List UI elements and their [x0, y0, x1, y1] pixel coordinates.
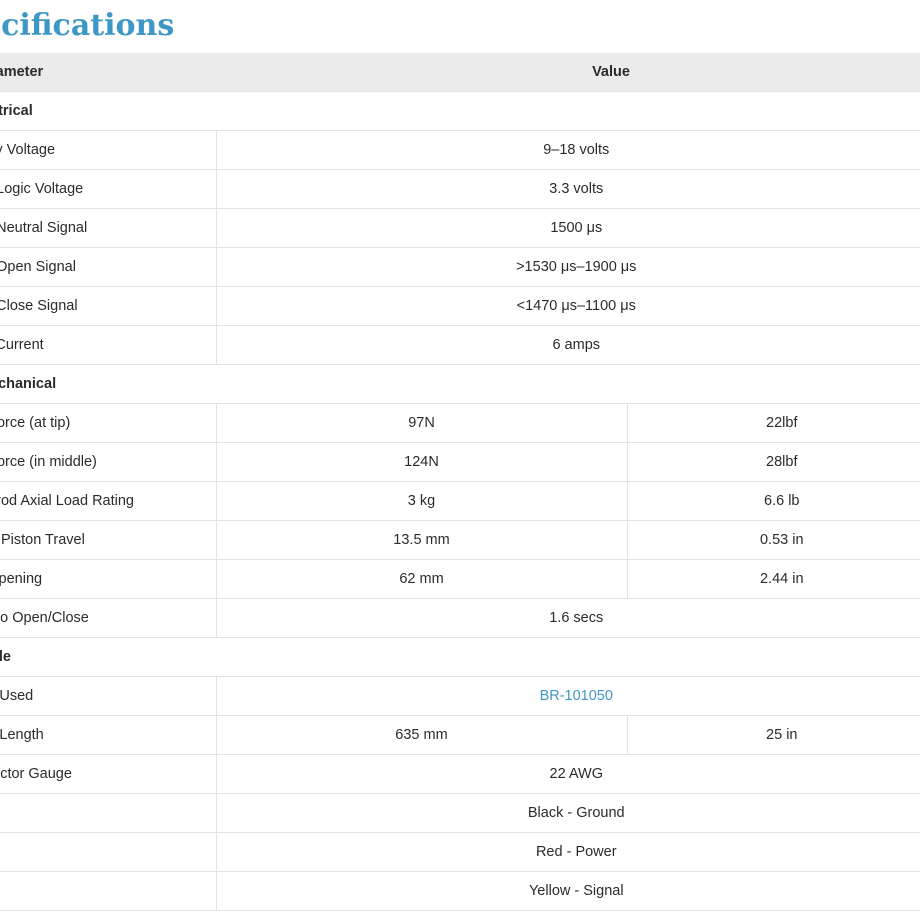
param-value-imperial: 28lbf [627, 442, 920, 482]
param-value: BR-101050 [216, 676, 920, 716]
table-row: nductor Gauge 22 AWG [0, 754, 920, 794]
table-row: ble Used BR-101050 [0, 676, 920, 716]
table-row: /M Close Signal <1470 μs–1100 μs [0, 286, 920, 326]
section-label: ctrical [0, 91, 920, 131]
section-label: echanical [0, 364, 920, 404]
param-value-metric: 124N [216, 442, 628, 482]
table-row: ble Length 635 mm 25 in [0, 715, 920, 755]
header-parameter: rameter [0, 53, 216, 92]
param-value-metric: 3 kg [216, 481, 628, 521]
param-value-imperial: 22lbf [627, 403, 920, 443]
param-label: ak Current [0, 325, 217, 365]
table-row: p Force (at tip) 97N 22lbf [0, 403, 920, 443]
param-value: 9–18 volts [216, 130, 920, 170]
param-value: 22 AWG [216, 754, 920, 794]
header-value: Value [216, 53, 920, 92]
table-row: pply Voltage 9–18 volts [0, 130, 920, 170]
table-row: sh-rod Axial Load Rating 3 kg 6.6 lb [0, 481, 920, 521]
param-value: 3.3 volts [216, 169, 920, 209]
param-value: 1.6 secs [216, 598, 920, 638]
param-label: /M Close Signal [0, 286, 217, 326]
table-row: p Force (in middle) 124N 28lbf [0, 442, 920, 482]
table-row: /M Neutral Signal 1500 μs [0, 208, 920, 248]
param-value-imperial: 25 in [627, 715, 920, 755]
param-value: >1530 μs–1900 μs [216, 247, 920, 287]
section-row-cable: ble [0, 637, 920, 677]
param-label: /M Logic Voltage [0, 169, 217, 209]
param-label: ble Length [0, 715, 217, 755]
table-header-row: rameter Value [0, 53, 920, 92]
specifications-table: rameter Value ctrical pply Voltage 9–18 … [0, 53, 920, 911]
param-value: 6 amps [216, 325, 920, 365]
table-row: res Black - Ground [0, 793, 920, 833]
param-value-imperial: 2.44 in [627, 559, 920, 599]
param-label: pply Voltage [0, 130, 217, 170]
param-value-imperial: 6.6 lb [627, 481, 920, 521]
cable-part-link[interactable]: BR-101050 [540, 688, 613, 704]
specifications-page: ecifications rameter Value ctrical pply … [0, 0, 920, 920]
param-label: nductor Gauge [0, 754, 217, 794]
param-value-metric: 635 mm [216, 715, 628, 755]
table-row: ak Current 6 amps [0, 325, 920, 365]
table-row: /M Logic Voltage 3.3 volts [0, 169, 920, 209]
param-value-metric: 13.5 mm [216, 520, 628, 560]
page-title: ecifications [0, 8, 175, 43]
param-label: /M Neutral Signal [0, 208, 217, 248]
param-value: Yellow - Signal [216, 871, 920, 911]
param-value-imperial: 0.53 in [627, 520, 920, 560]
param-label: ear Piston Travel [0, 520, 217, 560]
param-label: ne to Open/Close [0, 598, 217, 638]
param-label: v Opening [0, 559, 217, 599]
section-row-mechanical: echanical [0, 364, 920, 404]
param-value-metric: 97N [216, 403, 628, 443]
section-row-electrical: ctrical [0, 91, 920, 131]
param-value: 1500 μs [216, 208, 920, 248]
param-value: Black - Ground [216, 793, 920, 833]
param-value-metric: 62 mm [216, 559, 628, 599]
table-row: Yellow - Signal [0, 871, 920, 911]
table-row: v Opening 62 mm 2.44 in [0, 559, 920, 599]
table-row: Red - Power [0, 832, 920, 872]
table-row: ear Piston Travel 13.5 mm 0.53 in [0, 520, 920, 560]
table-row: /M Open Signal >1530 μs–1900 μs [0, 247, 920, 287]
param-value: Red - Power [216, 832, 920, 872]
param-label-empty [0, 871, 217, 911]
param-label-empty [0, 832, 217, 872]
param-label: p Force (at tip) [0, 403, 217, 443]
param-label: res [0, 793, 217, 833]
table-row: ne to Open/Close 1.6 secs [0, 598, 920, 638]
param-label: p Force (in middle) [0, 442, 217, 482]
param-label: ble Used [0, 676, 217, 716]
param-value: <1470 μs–1100 μs [216, 286, 920, 326]
param-label: sh-rod Axial Load Rating [0, 481, 217, 521]
param-label: /M Open Signal [0, 247, 217, 287]
section-label: ble [0, 637, 920, 677]
